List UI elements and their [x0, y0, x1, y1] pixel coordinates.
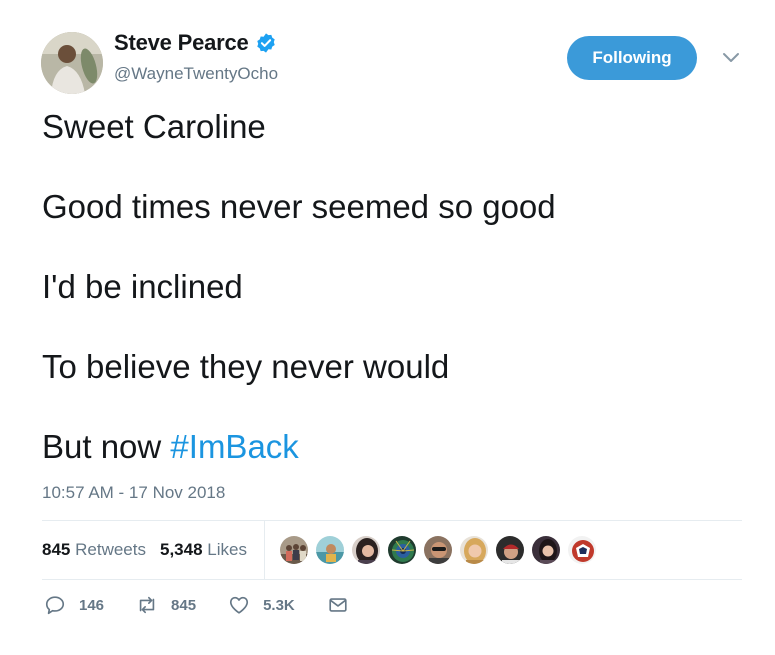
hashtag-link[interactable]: #ImBack: [170, 428, 298, 465]
reply-icon: [45, 596, 65, 615]
author-avatar[interactable]: [41, 32, 103, 94]
verified-badge-icon: [256, 33, 275, 53]
avatar-group-photo-icon[interactable]: [279, 535, 309, 565]
liker-avatars: [279, 535, 603, 565]
reply-count: 146: [79, 596, 105, 614]
likes-stat[interactable]: 5,348 Likes: [160, 540, 247, 560]
likes-count: 5,348: [159, 540, 203, 559]
avatar-man-sunglasses-icon[interactable]: [423, 535, 453, 565]
retweet-button[interactable]: 845: [136, 594, 196, 616]
tweet-timestamp[interactable]: 10:57 AM - 17 Nov 2018: [42, 483, 225, 503]
avatar-woman-blonde-icon[interactable]: [459, 535, 489, 565]
divider: [42, 579, 742, 580]
tweet-line-prefix: But now: [42, 428, 171, 465]
heart-icon: [229, 596, 249, 614]
tweet-stats: 845 Retweets 5,348 Likes: [42, 522, 261, 578]
tweet-line: I'd be inclined: [42, 268, 243, 305]
retweets-count: 845: [42, 540, 71, 559]
tweet-line: Good times never seemed so good: [42, 188, 556, 225]
chevron-down-icon[interactable]: [722, 52, 740, 64]
tweet-actions: 146 845 5.3K: [44, 594, 381, 616]
retweets-stat[interactable]: 845 Retweets: [42, 540, 146, 560]
tweet-line: To believe they never would: [42, 348, 450, 385]
following-button[interactable]: Following: [567, 36, 697, 80]
divider: [42, 520, 742, 521]
envelope-icon: [329, 598, 347, 612]
tweet-line: Sweet Caroline: [42, 108, 266, 145]
avatar-peacock-icon[interactable]: [387, 535, 417, 565]
stats-separator: [264, 521, 265, 579]
like-button[interactable]: 5.3K: [228, 594, 295, 616]
like-count: 5.3K: [263, 596, 295, 614]
avatar-woman-portrait-icon[interactable]: [531, 535, 561, 565]
avatar-beach-icon[interactable]: [315, 535, 345, 565]
tweet-line-final: But now #ImBack: [42, 427, 742, 467]
avatar-team-logo-icon[interactable]: [567, 535, 597, 565]
tweet-text: Sweet Caroline Good times never seemed s…: [42, 107, 742, 467]
retweets-label: Retweets: [75, 540, 146, 559]
likes-label: Likes: [207, 540, 247, 559]
author-handle[interactable]: @WayneTwentyOcho: [114, 64, 278, 84]
retweet-icon: [139, 596, 155, 614]
direct-message-button[interactable]: [327, 594, 349, 616]
reply-button[interactable]: 146: [44, 594, 104, 616]
avatar-woman-dark-hair-icon[interactable]: [351, 535, 381, 565]
retweet-count: 845: [171, 596, 197, 614]
avatar-man-cap-icon[interactable]: [495, 535, 525, 565]
author-name[interactable]: Steve Pearce: [114, 30, 249, 56]
